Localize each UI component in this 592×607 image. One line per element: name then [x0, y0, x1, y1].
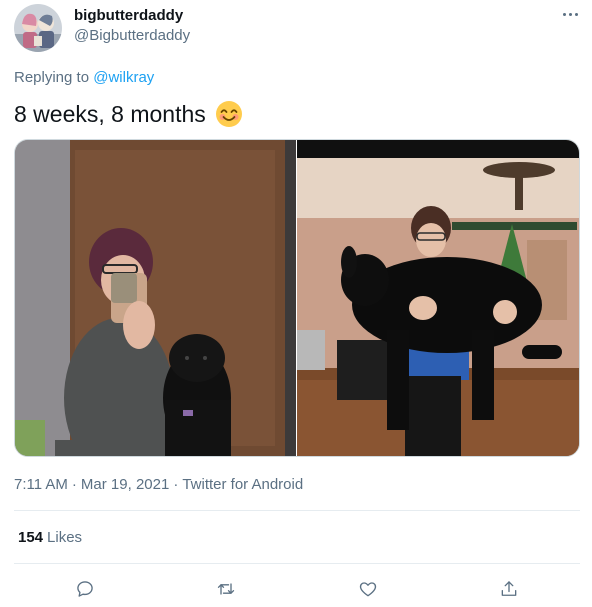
author-handle[interactable]: @Bigbutterdaddy [74, 27, 190, 44]
avatar[interactable] [14, 4, 62, 52]
retweet-button[interactable] [209, 572, 243, 606]
tweet-time[interactable]: 7:11 AM [14, 476, 68, 493]
tweet: bigbutterdaddy @Bigbutterdaddy Replying … [0, 0, 592, 607]
replying-to-link[interactable]: @wilkray [93, 69, 154, 86]
reply-icon [77, 581, 93, 597]
share-button[interactable] [492, 572, 526, 606]
tweet-date[interactable]: Mar 19, 2021 [81, 476, 169, 493]
author-display-name[interactable]: bigbutterdaddy [74, 7, 183, 24]
meta-separator: · [71, 476, 77, 493]
replying-prefix: Replying to [14, 69, 90, 86]
meta-separator: · [173, 476, 179, 493]
tweet-source[interactable]: Twitter for Android [182, 476, 303, 493]
heart-icon [359, 582, 377, 597]
share-icon [501, 581, 517, 596]
divider [14, 563, 580, 564]
action-bar [0, 572, 592, 604]
like-button[interactable] [351, 572, 385, 606]
likes-label: Likes [47, 529, 83, 546]
more-options-icon[interactable] [556, 2, 584, 26]
tweet-text: 8 weeks, 8 months [14, 100, 243, 128]
likes-stat[interactable]: 154 Likes [18, 529, 82, 546]
tweet-text-body: 8 weeks, 8 months [14, 100, 206, 127]
divider [14, 510, 580, 511]
smiling-face-emoji-icon [215, 100, 243, 128]
likes-count: 154 [18, 529, 44, 546]
reply-button[interactable] [68, 572, 102, 606]
replying-to: Replying to @wilkray [14, 69, 154, 86]
tweet-metadata: 7:11 AM · Mar 19, 2021 · Twitter for And… [14, 476, 303, 493]
media-grid [14, 139, 580, 457]
photo-holding-grown-dog[interactable] [297, 140, 579, 456]
retweet-icon [217, 583, 235, 595]
photo-selfie-with-puppy[interactable] [15, 140, 296, 456]
